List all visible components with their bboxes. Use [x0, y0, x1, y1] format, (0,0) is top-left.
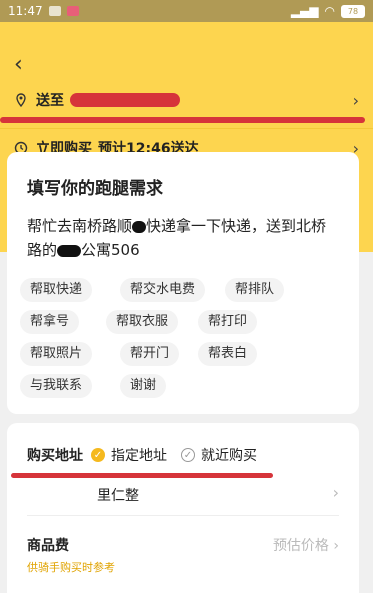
tag-chip[interactable]: 帮表白 — [198, 342, 258, 366]
chevron-right-icon: › — [352, 90, 359, 110]
message-text: 公寓506 — [81, 241, 140, 259]
tag-chip[interactable]: 帮拿号 — [20, 310, 80, 334]
tag-chip[interactable]: 帮取快递 — [20, 278, 93, 302]
tag-chip[interactable]: 与我联系 — [20, 374, 93, 398]
purchase-address-row: 购买地址 ✓ 指定地址 ✓ 就近购买 — [27, 445, 271, 465]
card-title: 填写你的跑腿需求 — [27, 179, 163, 199]
estimate-price-input[interactable]: 预估价格 › — [273, 535, 339, 555]
app-notification-icon — [66, 6, 79, 16]
option-nearby-purchase[interactable]: ✓ 就近购买 — [181, 445, 257, 465]
need-card: 填写你的跑腿需求 帮忙去南桥路顺 快递拿一下快递，送到北桥路的 公寓506 帮取快递… — [7, 152, 359, 414]
divider — [27, 515, 339, 516]
back-arrow-icon[interactable]: ‹ — [14, 54, 32, 76]
message-text: 帮忙去南桥路顺 — [27, 217, 133, 235]
deliver-label: 送至 — [36, 93, 64, 109]
tag-chip[interactable]: 帮取照片 — [20, 342, 93, 366]
status-left: 11:47 — [8, 4, 79, 18]
product-fee-title: 商品费 — [27, 538, 69, 554]
tag-chip[interactable]: 谢谢 — [120, 374, 167, 398]
clock: 11:47 — [8, 4, 43, 18]
tag-chip[interactable]: 帮取衣服 — [106, 310, 179, 334]
tag-chip[interactable]: 帮排队 — [225, 278, 285, 302]
check-selected-icon: ✓ — [91, 448, 105, 462]
battery-icon: 78 — [341, 4, 365, 18]
tag-chip[interactable]: 帮开门 — [120, 342, 180, 366]
option-specified-address[interactable]: ✓ 指定地址 — [91, 445, 167, 465]
estimate-price-placeholder: 预估价格 — [272, 538, 329, 554]
redaction-mark — [57, 244, 82, 257]
product-fee-note: 供骑手购买时参考 — [27, 561, 115, 574]
status-right: ▂▄▆ ◠ 78 — [291, 4, 365, 18]
redacted-address — [70, 93, 180, 107]
purchase-address-label: 购买地址 — [27, 448, 83, 464]
location-pin-icon — [16, 93, 26, 107]
tag-chip[interactable]: 帮交水电费 — [120, 278, 206, 302]
deliver-address-row[interactable]: 送至 › — [14, 88, 359, 112]
address-value[interactable]: 里仁整 — [97, 485, 139, 505]
option-label: 指定地址 — [111, 448, 167, 464]
chevron-right-icon: › — [332, 483, 339, 502]
signal-icon: ▂▄▆ — [290, 4, 319, 18]
status-bar: 11:47 ▂▄▆ ◠ 78 — [0, 0, 373, 22]
chevron-right-icon: › — [333, 538, 339, 554]
message-icon — [48, 6, 61, 16]
wifi-icon: ◠ — [324, 4, 335, 18]
request-message[interactable]: 帮忙去南桥路顺 快递拿一下快递，送到北桥路的 公寓506 — [27, 214, 337, 262]
divider — [0, 128, 373, 129]
annotation-underline — [0, 117, 365, 123]
address-card: 购买地址 ✓ 指定地址 ✓ 就近购买 里仁整 › 商品费 供骑手购买时参考 预估… — [7, 423, 359, 593]
redaction-mark — [132, 220, 147, 233]
option-label: 就近购买 — [201, 448, 257, 464]
annotation-underline — [11, 473, 273, 478]
check-unselected-icon: ✓ — [181, 448, 195, 462]
tag-chip[interactable]: 帮打印 — [198, 310, 258, 334]
